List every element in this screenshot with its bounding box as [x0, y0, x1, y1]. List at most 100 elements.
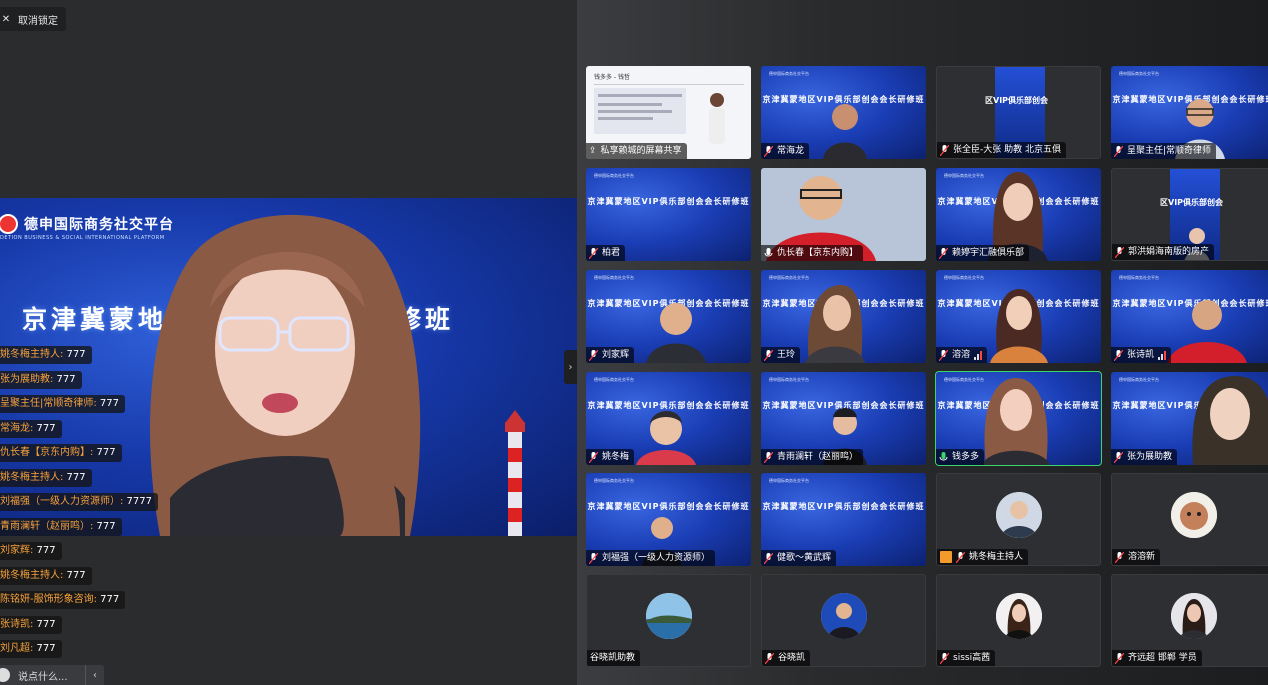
participant-video [646, 303, 706, 363]
participant-video [823, 104, 867, 159]
tile-banner: 京津冀蒙地区VIP俱乐部创会会长研修班 [587, 197, 750, 206]
mic-muted-icon [589, 451, 598, 463]
chat-message: 常海龙: 777 [0, 420, 62, 438]
tile-banner: 区VIP俱乐部创会 [985, 96, 1049, 105]
chat-text: 777 [33, 545, 56, 556]
participant-name: 张全臣-大张 助教 北京五俱 [953, 145, 1061, 155]
mic-muted-icon [940, 652, 949, 664]
participant-tile[interactable]: 姚冬梅主持人 [936, 473, 1101, 566]
chat-input-placeholder: 说点什么... [18, 671, 68, 683]
tile-label: 柏君 [586, 245, 626, 261]
screen-share-tile[interactable]: 钱多多 - 钱哲 ⇪ 私享赖城的屏幕共享 [586, 66, 751, 159]
brand-icon [0, 214, 18, 234]
main-stage: ✕ 取消锁定 德申国际商务社交平台 DETION BUSINESS & SOCI… [0, 0, 577, 685]
participant-name: 谷晓凯 [778, 653, 806, 663]
tile-label: 张全臣-大张 助教 北京五俱 [937, 142, 1066, 158]
participant-name: 姚冬梅主持人 [969, 552, 1024, 562]
chevron-left-icon[interactable]: ‹ [85, 665, 104, 685]
participant-tile[interactable]: 德申国际商务社交平台 京津冀蒙地区VIP俱乐部创会会长研修班 王玲 [761, 270, 926, 363]
tile-brand: 德申国际商务社交平台 [1119, 377, 1159, 382]
participant-name: 张为展助教 [1127, 452, 1173, 462]
tile-label: 溶溶新 [1112, 549, 1161, 565]
tile-banner: 区VIP俱乐部创会 [1160, 198, 1224, 207]
mic-active-icon [939, 451, 948, 460]
participant-tile-active-speaker[interactable]: 德申国际商务社交平台 京津冀蒙地区VIP俱乐部创会会长研修班 钱多多 [935, 371, 1102, 466]
host-icon [940, 551, 952, 563]
participant-tile[interactable]: 德申国际商务社交平台 京津冀蒙地区VIP俱乐部创会会长研修班 柏君 [586, 168, 751, 261]
participant-tile[interactable]: 德申国际商务社交平台 京津冀蒙地区VIP俱乐部创会会长研修班 健歌～黄武辉 [761, 473, 926, 566]
participant-tile[interactable]: 区VIP俱乐部创会 郭洪娟海南版的房产 [1111, 168, 1268, 261]
tile-label: 健歌～黄武辉 [761, 550, 837, 566]
chat-message: 姚冬梅主持人: 777 [0, 567, 92, 585]
participant-video [982, 378, 1050, 465]
unlock-label: 取消锁定 [18, 15, 58, 27]
chat-sender: 呈聚主任|常顺奇律师: [0, 398, 97, 409]
participant-video [805, 285, 865, 363]
participant-tile[interactable]: 德申国际商务社交平台 京津冀蒙地区VIP俱乐部创会会长研修班 溶溶 [936, 270, 1101, 363]
tile-label: 谷晓凯 [762, 650, 811, 666]
mic-muted-icon [589, 247, 598, 259]
tile-label: 青雨澜轩（赵丽鸣） [761, 449, 864, 465]
participant-name: 柏君 [602, 248, 621, 258]
chat-sender: 仇长春【京东内购】: [0, 447, 94, 458]
unlock-button[interactable]: ✕ 取消锁定 [0, 7, 66, 31]
tile-brand: 德申国际商务社交平台 [594, 377, 634, 382]
participant-tile[interactable]: 德申国际商务社交平台 京津冀蒙地区VIP俱乐部创会会长研修班 姚冬梅 [586, 372, 751, 465]
pin-icon: ✕ [1, 13, 11, 25]
mic-muted-icon [764, 145, 773, 157]
chat-text: 777 [33, 423, 56, 434]
participant-tile[interactable]: 德申国际商务社交平台 京津冀蒙地区VIP俱乐部创会会长研修班 赖婷宇汇融俱乐部 [936, 168, 1101, 261]
participant-tile[interactable]: 区VIP俱乐部创会 张全臣-大张 助教 北京五俱 [936, 66, 1101, 159]
participant-name: 青雨澜轩（赵丽鸣） [777, 452, 859, 462]
chat-message: 张诗凯: 777 [0, 616, 62, 634]
chat-message: 刘家辉: 777 [0, 542, 62, 560]
participant-name: 王玲 [777, 350, 796, 360]
participant-tile[interactable]: 仇长春【京东内购】 [761, 168, 926, 261]
participant-tile[interactable]: 溶溶新 [1111, 473, 1268, 566]
mic-muted-icon [1114, 145, 1123, 157]
participant-tile[interactable]: 德申国际商务社交平台 京津冀蒙地区VIP俱乐部创会会长研修班 呈聚主任|常顺奇律… [1111, 66, 1268, 159]
tile-label: sissi高茜 [937, 650, 996, 666]
participant-tile[interactable]: 谷晓凯 [761, 574, 926, 667]
participant-tile[interactable]: 齐远超 邯郸 学员 [1111, 574, 1268, 667]
participant-name: 张诗凯 [1127, 350, 1155, 360]
tile-label: 刘家辉 [586, 347, 635, 363]
tile-label: 齐远超 邯郸 学员 [1112, 650, 1202, 666]
mic-muted-icon [939, 247, 948, 259]
share-screen-icon: ⇪ [589, 146, 597, 156]
mic-muted-icon [764, 451, 773, 463]
tile-label: 张为展助教 [1111, 449, 1178, 465]
participant-tile[interactable]: 德申国际商务社交平台 京津冀蒙地区VIP俱乐部创会会长研修班 青雨澜轩（赵丽鸣） [761, 372, 926, 465]
mic-muted-icon [764, 552, 773, 564]
participant-tile[interactable]: sissi高茜 [936, 574, 1101, 667]
emoji-icon[interactable] [0, 668, 10, 682]
chat-message: 姚冬梅主持人: 777 [0, 469, 92, 487]
collapse-button[interactable]: › [564, 350, 577, 384]
chat-text: 777 [63, 349, 86, 360]
participant-tile[interactable]: 德申国际商务社交平台 京津冀蒙地区VIP俱乐部创会会长研修班 刘家辉 [586, 270, 751, 363]
tile-label: 赖婷宇汇融俱乐部 [936, 245, 1030, 261]
mic-muted-icon [1114, 451, 1123, 463]
tile-brand: 德申国际商务社交平台 [769, 71, 809, 76]
mic-muted-icon [764, 349, 773, 361]
participant-tile[interactable]: 德申国际商务社交平台 京津冀蒙地区VIP俱乐部创会会长研修班 张为展助教 [1111, 372, 1268, 465]
mic-muted-icon [765, 652, 774, 664]
slide-preview [594, 88, 686, 134]
participant-name: 溶溶 [952, 350, 971, 360]
participant-tile[interactable]: 德申国际商务社交平台 京津冀蒙地区VIP俱乐部创会会长研修班 张诗凯 [1111, 270, 1268, 363]
tile-label: ⇪ 私享赖城的屏幕共享 [586, 143, 687, 159]
participant-tile[interactable]: 德申国际商务社交平台 京津冀蒙地区VIP俱乐部创会会长研修班 常海龙 [761, 66, 926, 159]
chat-text: 777 [63, 472, 86, 483]
chat-sender: 刘福强（一级人力资源师）: [0, 496, 124, 507]
participant-name: 钱多多 [952, 452, 980, 462]
participant-name: 谷晓凯助教 [590, 653, 636, 663]
participant-tile[interactable]: 谷晓凯助教 [586, 574, 751, 667]
mic-muted-icon [1115, 652, 1124, 664]
participant-tile[interactable]: 德申国际商务社交平台 京津冀蒙地区VIP俱乐部创会会长研修班 刘福强（一级人力资… [586, 473, 751, 566]
mic-muted-icon [589, 552, 598, 564]
speaker-person [150, 214, 421, 536]
tile-label: 王玲 [761, 347, 801, 363]
chat-sender: 张为展助教: [0, 374, 54, 385]
chat-input[interactable]: 说点什么... ‹ [0, 665, 104, 685]
tile-brand: 德申国际商务社交平台 [594, 275, 634, 280]
